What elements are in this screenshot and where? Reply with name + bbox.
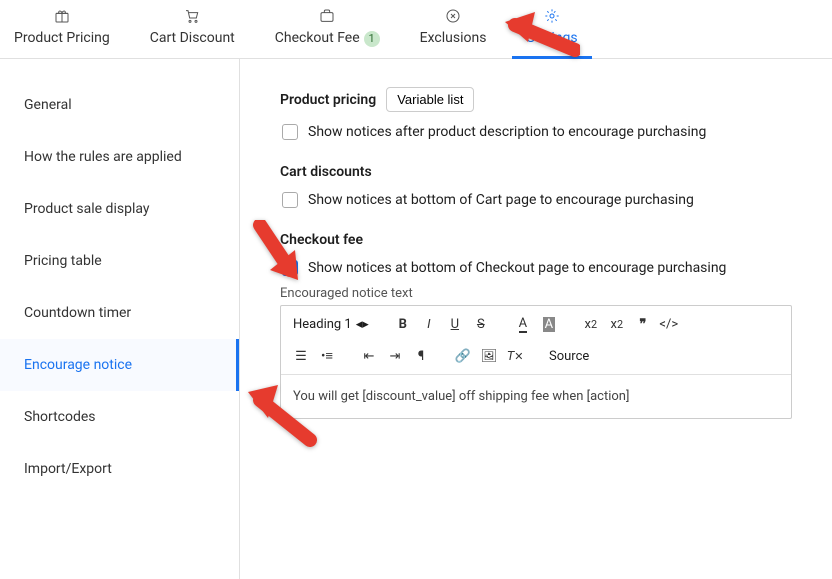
- checkbox-checkout-fee-notice[interactable]: [282, 260, 298, 276]
- sidebar-item-sale-display[interactable]: Product sale display: [0, 183, 239, 235]
- tab-label: Product Pricing: [14, 30, 110, 46]
- strikethrough-button[interactable]: S: [469, 312, 493, 336]
- checkbox-label: Show notices after product description t…: [308, 124, 706, 140]
- blockquote-button[interactable]: ❞: [631, 312, 655, 336]
- section-title: Checkout fee: [280, 232, 363, 248]
- underline-button[interactable]: U: [443, 312, 467, 336]
- checkbox-label: Show notices at bottom of Checkout page …: [308, 260, 726, 276]
- bold-button[interactable]: B: [391, 312, 415, 336]
- outdent-button[interactable]: ⇤: [357, 344, 381, 368]
- editor-toolbar: Heading 1 ◂▸ B I U S A A x2 x2 ❞ </>: [281, 306, 791, 375]
- italic-button[interactable]: I: [417, 312, 441, 336]
- chevron-icon: ◂▸: [356, 317, 369, 332]
- font-color-button[interactable]: A: [511, 312, 535, 336]
- link-button[interactable]: 🔗: [451, 344, 475, 368]
- settings-main-panel: Product pricing Variable list Show notic…: [240, 59, 832, 579]
- highlight-button[interactable]: A: [537, 312, 561, 336]
- close-circle-icon: [420, 8, 487, 26]
- superscript-button[interactable]: x2: [605, 312, 629, 336]
- tab-exclusions[interactable]: Exclusions: [406, 8, 501, 58]
- variable-list-button[interactable]: Variable list: [386, 87, 474, 112]
- gift-icon: [14, 8, 110, 26]
- section-title: Product pricing: [280, 92, 376, 108]
- source-button[interactable]: Source: [545, 347, 593, 366]
- editor-textarea[interactable]: You will get [discount_value] off shippi…: [281, 375, 791, 418]
- bullet-list-button[interactable]: •≡: [315, 344, 339, 368]
- checkbox-product-pricing-notice[interactable]: [282, 124, 298, 140]
- code-button[interactable]: </>: [657, 312, 681, 336]
- clear-format-button[interactable]: T✕: [503, 344, 527, 368]
- checkbox-label: Show notices at bottom of Cart page to e…: [308, 192, 694, 208]
- sidebar-item-countdown[interactable]: Countdown timer: [0, 287, 239, 339]
- sidebar-item-shortcodes[interactable]: Shortcodes: [0, 391, 239, 443]
- subscript-button[interactable]: x2: [579, 312, 603, 336]
- checkbox-cart-discount-notice[interactable]: [282, 192, 298, 208]
- settings-sidebar: General How the rules are applied Produc…: [0, 59, 240, 579]
- sidebar-item-pricing-table[interactable]: Pricing table: [0, 235, 239, 287]
- tab-cart-discount[interactable]: Cart Discount: [136, 8, 249, 58]
- tab-label: Settings: [526, 30, 577, 46]
- indent-button[interactable]: ⇥: [383, 344, 407, 368]
- gear-icon: [526, 8, 577, 26]
- tab-product-pricing[interactable]: Product Pricing: [0, 8, 124, 58]
- sidebar-item-import-export[interactable]: Import/Export: [0, 443, 239, 495]
- tab-settings[interactable]: Settings: [512, 8, 591, 59]
- section-cart-discounts: Cart discounts Show notices at bottom of…: [280, 164, 792, 208]
- sidebar-item-general[interactable]: General: [0, 79, 239, 131]
- count-badge: 1: [364, 31, 380, 47]
- rich-text-editor: Heading 1 ◂▸ B I U S A A x2 x2 ❞ </>: [280, 305, 792, 419]
- numbered-list-button[interactable]: ☰: [289, 344, 313, 368]
- sidebar-item-rules[interactable]: How the rules are applied: [0, 131, 239, 183]
- heading-select[interactable]: Heading 1 ◂▸: [289, 315, 373, 334]
- section-title: Cart discounts: [280, 164, 372, 180]
- tab-label: Checkout Fee1: [275, 30, 380, 46]
- image-button[interactable]: 🖼: [477, 344, 501, 368]
- tab-label: Cart Discount: [150, 30, 235, 46]
- tab-checkout-fee[interactable]: Checkout Fee1: [261, 8, 394, 58]
- top-navigation: Product Pricing Cart Discount Checkout F…: [0, 0, 832, 59]
- cart-icon: [150, 8, 235, 26]
- editor-label: Encouraged notice text: [280, 286, 792, 301]
- paragraph-button[interactable]: ¶: [409, 344, 433, 368]
- tab-label: Exclusions: [420, 30, 487, 46]
- sidebar-item-encourage-notice[interactable]: Encourage notice: [0, 339, 239, 391]
- briefcase-icon: [275, 8, 380, 26]
- section-checkout-fee: Checkout fee Show notices at bottom of C…: [280, 232, 792, 419]
- section-product-pricing: Product pricing Variable list Show notic…: [280, 87, 792, 140]
